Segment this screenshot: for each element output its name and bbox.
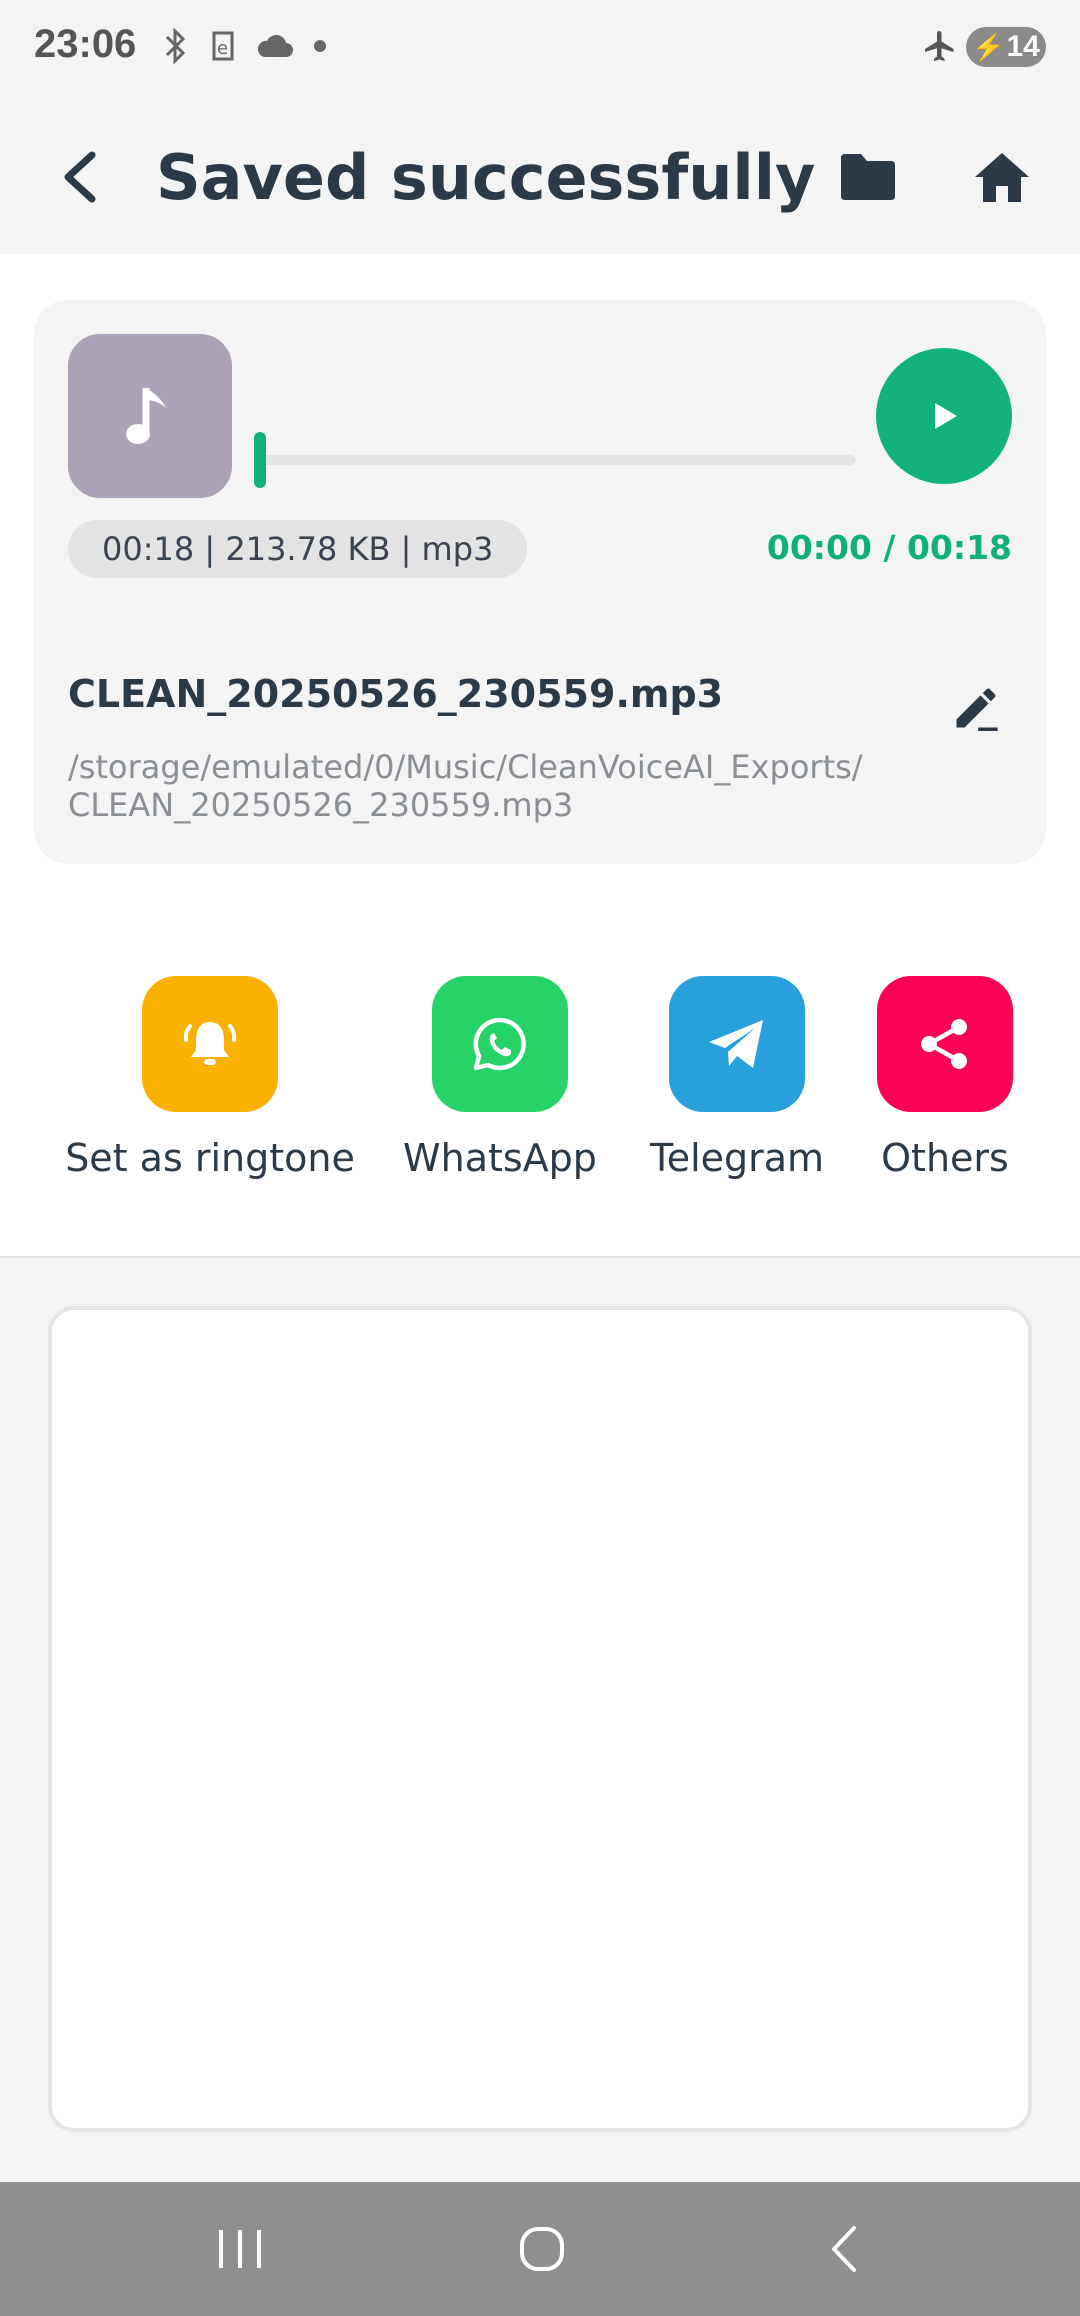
- recent-apps-icon: [219, 2230, 261, 2268]
- nav-home-button[interactable]: [482, 2202, 602, 2296]
- app-e-icon: e: [203, 26, 243, 66]
- share-icon-tile: [877, 976, 1013, 1112]
- main-section: 00:18 | 213.78 KB | mp3 00:00 / 00:18 CL…: [0, 254, 1080, 1258]
- page-title: Saved successfully: [156, 141, 816, 214]
- charging-bolt-icon: ⚡: [972, 31, 1005, 62]
- open-folder-button[interactable]: [826, 132, 910, 222]
- battery-level: 14: [1006, 30, 1040, 63]
- share-whatsapp-button[interactable]: WhatsApp: [380, 976, 620, 1180]
- dot-icon: [300, 26, 340, 66]
- telegram-icon: [709, 1020, 763, 1068]
- bell-icon: [183, 1022, 237, 1065]
- music-note-icon: [126, 388, 166, 444]
- share-label: WhatsApp: [403, 1136, 597, 1180]
- back-arrow-icon: [64, 151, 96, 203]
- play-icon: [935, 403, 957, 429]
- share-label: Telegram: [649, 1136, 825, 1180]
- play-button[interactable]: [876, 348, 1012, 484]
- back-button[interactable]: [48, 132, 112, 222]
- folder-icon: [841, 154, 895, 200]
- system-nav-bar: [0, 2182, 1080, 2316]
- share-icon-tile: [669, 976, 805, 1112]
- edit-pencil-icon: [956, 688, 998, 731]
- airplane-icon: [920, 26, 960, 66]
- share-icon: [921, 1019, 967, 1069]
- file-name: CLEAN_20250526_230559.mp3: [68, 672, 724, 716]
- whatsapp-icon: [473, 1017, 526, 1071]
- audio-player-card: 00:18 | 213.78 KB | mp3 00:00 / 00:18 CL…: [34, 300, 1046, 864]
- share-icon-tile: [142, 976, 278, 1112]
- share-others-button[interactable]: Others: [825, 976, 1065, 1180]
- share-label: Others: [881, 1136, 1009, 1180]
- progress-handle[interactable]: [254, 432, 266, 488]
- share-icon-tile: [432, 976, 568, 1112]
- bluetooth-icon: [156, 26, 196, 66]
- home-circle-icon: [520, 2227, 564, 2271]
- playback-time: 00:00 / 00:18: [766, 528, 1012, 567]
- home-button[interactable]: [960, 132, 1044, 222]
- progress-track[interactable]: [256, 455, 856, 465]
- share-telegram-button[interactable]: Telegram: [617, 976, 857, 1180]
- ad-container: [48, 1306, 1032, 2132]
- cloud-icon: [250, 26, 300, 66]
- nav-back-button[interactable]: [784, 2202, 904, 2296]
- recent-apps-button[interactable]: [180, 2202, 300, 2296]
- status-bar: 23:06 e ⚡ 14: [0, 0, 1080, 96]
- file-path: /storage/emulated/0/Music/CleanVoiceAI_E…: [68, 748, 863, 824]
- nav-back-icon: [832, 2226, 856, 2272]
- status-time: 23:06: [34, 22, 137, 66]
- audio-metadata: 00:18 | 213.78 KB | mp3: [68, 520, 528, 578]
- home-icon: [975, 153, 1029, 202]
- svg-text:e: e: [217, 38, 228, 59]
- app-bar: Saved successfully: [0, 96, 1080, 254]
- battery-indicator: ⚡ 14: [966, 27, 1046, 67]
- set-ringtone-button[interactable]: Set as ringtone: [65, 976, 355, 1180]
- rename-button[interactable]: [940, 672, 1012, 744]
- audio-thumbnail: [68, 334, 232, 498]
- share-label: Set as ringtone: [65, 1136, 355, 1180]
